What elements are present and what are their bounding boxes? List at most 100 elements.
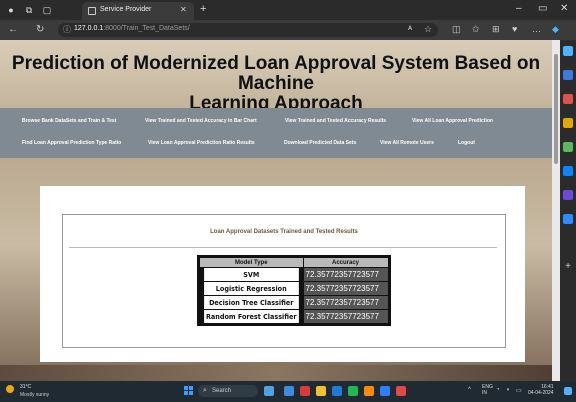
menu-view-loan-predictions[interactable]: View All Loan Approval Prediction <box>412 118 493 124</box>
minimize-icon[interactable]: – <box>516 3 522 14</box>
close-tab-icon[interactable]: ✕ <box>180 5 187 14</box>
app-icon[interactable] <box>348 386 358 396</box>
accuracy-value: 72.35772357723577 <box>303 296 388 309</box>
search-icon[interactable] <box>563 46 573 56</box>
tab-actions-icon[interactable]: ▢ <box>42 5 52 15</box>
reload-icon[interactable]: ↻ <box>36 24 44 35</box>
taskbar: 31°C Mostly sunny ⌕ Search ^ ENG IN ◔ ◖ … <box>0 381 576 402</box>
restore-icon[interactable]: ▭ <box>538 3 547 14</box>
menu-accuracy-bar-chart[interactable]: View Trained and Tested Accuracy in Bar … <box>145 118 257 124</box>
split-screen-icon[interactable]: ◫ <box>452 24 461 35</box>
search-placeholder: Search <box>212 388 232 394</box>
tab-title: Service Provider <box>100 6 152 13</box>
weather-description[interactable]: Mostly sunny <box>20 392 49 398</box>
header-accuracy: Accuracy <box>303 258 388 267</box>
outlook-icon[interactable] <box>563 166 573 176</box>
app-icon[interactable] <box>300 386 310 396</box>
url-path: :8000/Train_Test_DataSets/ <box>103 25 190 32</box>
url-host: 127.0.0.1 <box>74 25 104 32</box>
results-table: Model Type Accuracy SVM 72.3577235772357… <box>197 255 391 326</box>
info-icon[interactable]: ⓘ <box>63 24 71 35</box>
clock-date: 04-04-2024 <box>528 390 554 396</box>
favorites-icon[interactable]: ✩ <box>472 24 480 35</box>
model-name: Logistic Regression <box>204 282 299 295</box>
menu-accuracy-results[interactable]: View Trained and Tested Accuracy Results <box>285 118 386 124</box>
header-model-type: Model Type <box>200 258 303 267</box>
read-aloud-icon[interactable]: ᴬ <box>408 24 412 34</box>
background-image-strip <box>0 365 552 381</box>
table-row: Random Forest Classifier 72.357723577235… <box>200 310 388 323</box>
address-bar-row: ← ↻ ⓘ 127.0.0.1:8000/Train_Test_DataSets… <box>0 20 576 40</box>
back-arrow-icon[interactable]: ← <box>8 24 18 35</box>
menu-browse-datasets[interactable]: Browse Bank DataSets and Train & Test <box>22 118 116 124</box>
widgets-icon[interactable] <box>264 386 274 396</box>
menu-remote-users[interactable]: View All Remote Users <box>380 140 434 146</box>
new-tab-icon[interactable]: + <box>200 3 206 15</box>
profile-icon[interactable]: ● <box>6 5 16 15</box>
taskbar-search[interactable]: ⌕ Search <box>198 385 258 397</box>
table-row: Logistic Regression 72.35772357723577 <box>200 282 388 295</box>
browser-sidebar: + <box>560 40 576 381</box>
browser-tab[interactable]: Service Provider ✕ <box>82 2 194 20</box>
file-explorer-icon[interactable] <box>316 386 326 396</box>
shopping-icon[interactable] <box>563 70 573 80</box>
content-area: Loan Approval Datasets Trained and Teste… <box>40 186 525 362</box>
divider <box>69 247 497 248</box>
accuracy-value: 72.35772357723577 <box>303 282 388 295</box>
menu-prediction-type-ratio[interactable]: Find Loan Approval Prediction Type Ratio <box>22 140 121 146</box>
model-name: SVM <box>204 268 299 281</box>
close-window-icon[interactable]: ✕ <box>560 3 568 14</box>
accuracy-value: 72.35772357723577 <box>303 310 388 323</box>
workspaces-icon[interactable]: ⧉ <box>24 5 34 15</box>
edge-icon[interactable] <box>380 386 390 396</box>
table-header-row: Model Type Accuracy <box>200 258 388 267</box>
star-icon[interactable]: ☆ <box>424 24 432 35</box>
task-view-icon[interactable] <box>284 386 294 396</box>
browser-essentials-icon[interactable]: ♥ <box>512 24 517 34</box>
scroll-thumb[interactable] <box>554 54 558 164</box>
results-panel: Loan Approval Datasets Trained and Teste… <box>62 214 506 348</box>
url-text: 127.0.0.1:8000/Train_Test_DataSets/ <box>74 25 190 32</box>
drop-icon[interactable] <box>563 214 573 224</box>
more-menu-icon[interactable]: … <box>532 24 541 34</box>
region-code: IN <box>482 390 487 396</box>
weather-temperature[interactable]: 31°C <box>20 384 31 390</box>
copilot-icon[interactable]: ◆ <box>552 24 559 35</box>
url-field[interactable]: ⓘ 127.0.0.1:8000/Train_Test_DataSets/ <box>58 23 438 37</box>
wifi-icon[interactable]: ◔ <box>496 387 500 393</box>
browser-tab-bar: ● ⧉ ▢ Service Provider ✕ + – ▭ ✕ <box>0 0 576 20</box>
app-icon[interactable] <box>364 386 374 396</box>
page-title-line-1: Prediction of Modernized Loan Approval S… <box>11 53 541 94</box>
model-name: Decision Tree Classifier <box>204 296 299 309</box>
chevron-up-icon[interactable]: ^ <box>468 387 471 393</box>
menu-logout[interactable]: Logout <box>458 140 475 146</box>
windows-start-icon[interactable] <box>184 386 194 396</box>
model-name: Random Forest Classifier <box>204 310 299 323</box>
page-title: Prediction of Modernized Loan Approval S… <box>0 54 552 114</box>
table-row: Decision Tree Classifier 72.357723577235… <box>200 296 388 309</box>
sun-icon[interactable] <box>6 385 14 393</box>
clock[interactable]: 16:41 04-04-2024 <box>528 384 554 396</box>
web-page: Prediction of Modernized Loan Approval S… <box>0 40 560 381</box>
language-indicator[interactable]: ENG IN <box>482 384 493 396</box>
tools-icon[interactable] <box>563 94 573 104</box>
store-icon[interactable] <box>332 386 342 396</box>
app-icon[interactable] <box>396 386 406 396</box>
menu-download-datasets[interactable]: Download Predicted Data Sets <box>284 140 356 146</box>
collections-icon[interactable]: ⊞ <box>492 24 500 35</box>
accuracy-value: 72.35772357723577 <box>303 268 388 281</box>
copilot-icon[interactable] <box>564 387 572 395</box>
search-icon: ⌕ <box>203 387 207 394</box>
battery-icon[interactable]: ▭ <box>516 387 522 394</box>
table-row: SVM 72.35772357723577 <box>200 268 388 281</box>
menu-prediction-ratio-results[interactable]: View Loan Approval Prediction Ratio Resu… <box>148 140 255 146</box>
page-scrollbar[interactable] <box>552 40 560 381</box>
designer-icon[interactable] <box>563 190 573 200</box>
panel-title: Loan Approval Datasets Trained and Teste… <box>210 229 358 235</box>
games-icon[interactable] <box>563 118 573 128</box>
page-icon <box>88 7 96 15</box>
main-menu: Browse Bank DataSets and Train & Test Vi… <box>0 108 552 158</box>
add-icon[interactable]: + <box>563 262 573 272</box>
volume-icon[interactable]: ◖ <box>506 387 510 393</box>
office-icon[interactable] <box>563 142 573 152</box>
